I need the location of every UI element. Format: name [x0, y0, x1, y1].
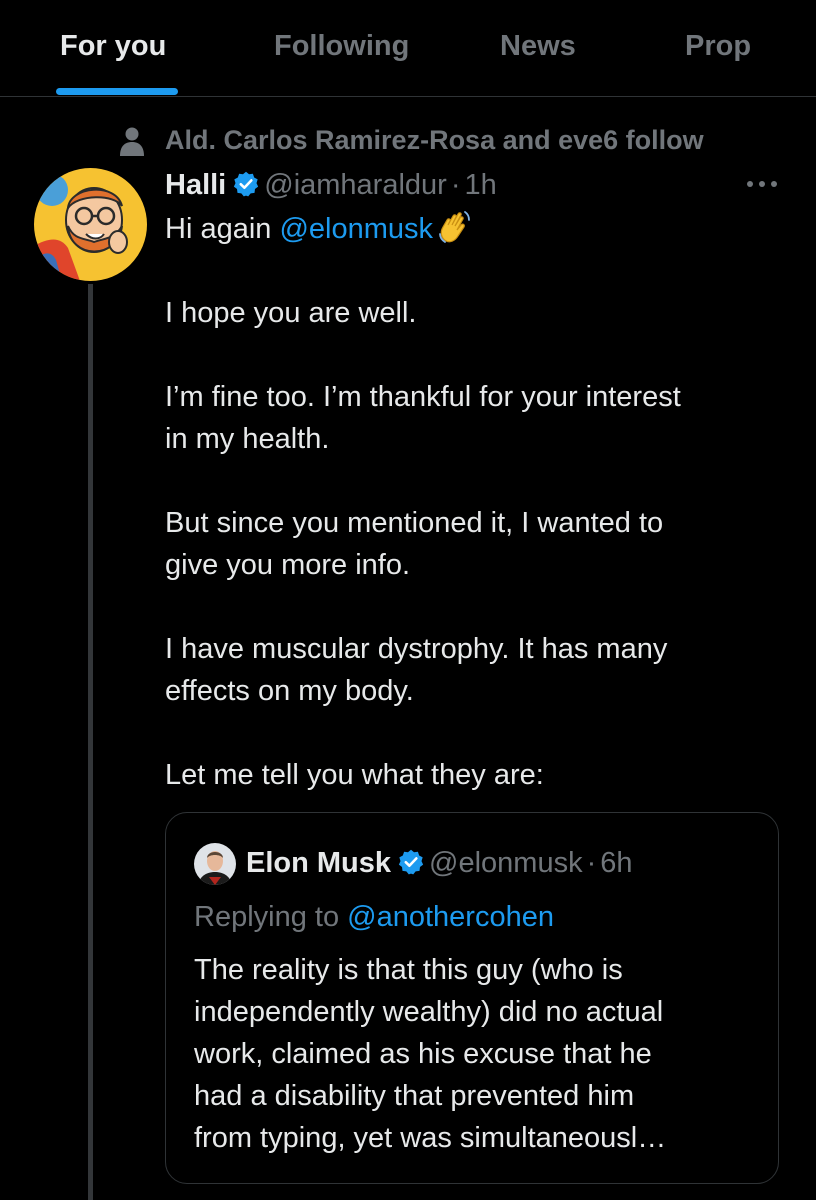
tweet-line: I have muscular dystrophy. It has many [165, 633, 668, 665]
tweet-paragraph: I’m fine too. I’m thankful for your inte… [165, 376, 795, 460]
person-icon [120, 127, 144, 156]
tweet-paragraph: Let me tell you what they are: [165, 754, 795, 796]
tweet-line: But since you mentioned it, I wanted to [165, 507, 664, 539]
quoted-author-avatar[interactable] [194, 843, 236, 885]
replying-to: Replying to @anothercohen [194, 897, 554, 937]
tab-following[interactable]: Following [274, 30, 409, 63]
tweet-paragraph: Hi again @elonmusk [165, 208, 795, 250]
quoted-line: from typing, yet was simultaneousl… [194, 1122, 667, 1154]
tweet-line: Let me tell you what they are: [165, 759, 544, 791]
quoted-line: had a disability that prevented him [194, 1080, 635, 1112]
quoted-line: The reality is that this guy (who is [194, 954, 623, 986]
tab-prop[interactable]: Prop [685, 30, 751, 63]
tweet-line: effects on my body. [165, 675, 414, 707]
replying-mention-link[interactable]: @anothercohen [347, 901, 554, 933]
thread-line [88, 284, 93, 1200]
timeline-tabs: For you Following News Prop [0, 0, 816, 97]
tab-for-you[interactable]: For you [60, 30, 166, 63]
author-name[interactable]: Halli [165, 169, 226, 201]
tweet-line: I’m fine too. I’m thankful for your inte… [165, 381, 681, 413]
replying-prefix: Replying to [194, 901, 348, 933]
author-avatar[interactable] [34, 168, 147, 281]
tweet-line: I hope you are well. [165, 297, 417, 329]
quoted-tweet-timestamp[interactable]: 6h [600, 847, 632, 879]
verified-badge-icon [398, 849, 424, 875]
social-context-text: Ald. Carlos Ramirez-Rosa and eve6 follow [165, 125, 704, 155]
quoted-author-name[interactable]: Elon Musk [246, 847, 391, 879]
quoted-author-handle[interactable]: @elonmusk [429, 847, 583, 879]
tweet-line: give you more info. [165, 549, 411, 581]
greeting-text: Hi again [165, 213, 280, 245]
tweet-paragraph: I hope you are well. [165, 292, 795, 334]
quoted-tweet-header: Elon Musk @elonmusk · 6h [246, 843, 633, 883]
tweet-line: in my health. [165, 423, 330, 455]
active-tab-indicator [56, 88, 178, 95]
mention-link[interactable]: @elonmusk [279, 213, 433, 245]
tweet-text: Hi again @elonmusk I hope you are well. … [165, 208, 795, 796]
quoted-line: work, claimed as his excuse that he [194, 1038, 652, 1070]
waving-hand-icon [439, 211, 470, 243]
verified-badge-icon [234, 171, 259, 197]
tweet-timestamp[interactable]: 1h [465, 169, 497, 201]
quoted-line: independently wealthy) did no actual [194, 996, 664, 1028]
quoted-tweet-card[interactable]: Elon Musk @elonmusk · 6h Replying to @anot… [165, 812, 779, 1184]
tab-news[interactable]: News [500, 30, 576, 63]
tweet-paragraph: I have muscular dystrophy. It has many e… [165, 628, 795, 712]
header-separator: · [450, 169, 461, 201]
quoted-tweet-text: The reality is that this guy (who is ind… [194, 949, 764, 1159]
tweet-paragraph: But since you mentioned it, I wanted to … [165, 502, 795, 586]
more-horizontal-icon[interactable] [742, 172, 782, 196]
tweet-header: Halli @iamharaldur · 1h [165, 166, 497, 206]
author-handle[interactable]: @iamharaldur [264, 169, 447, 201]
quoted-header-separator: · [586, 847, 597, 879]
